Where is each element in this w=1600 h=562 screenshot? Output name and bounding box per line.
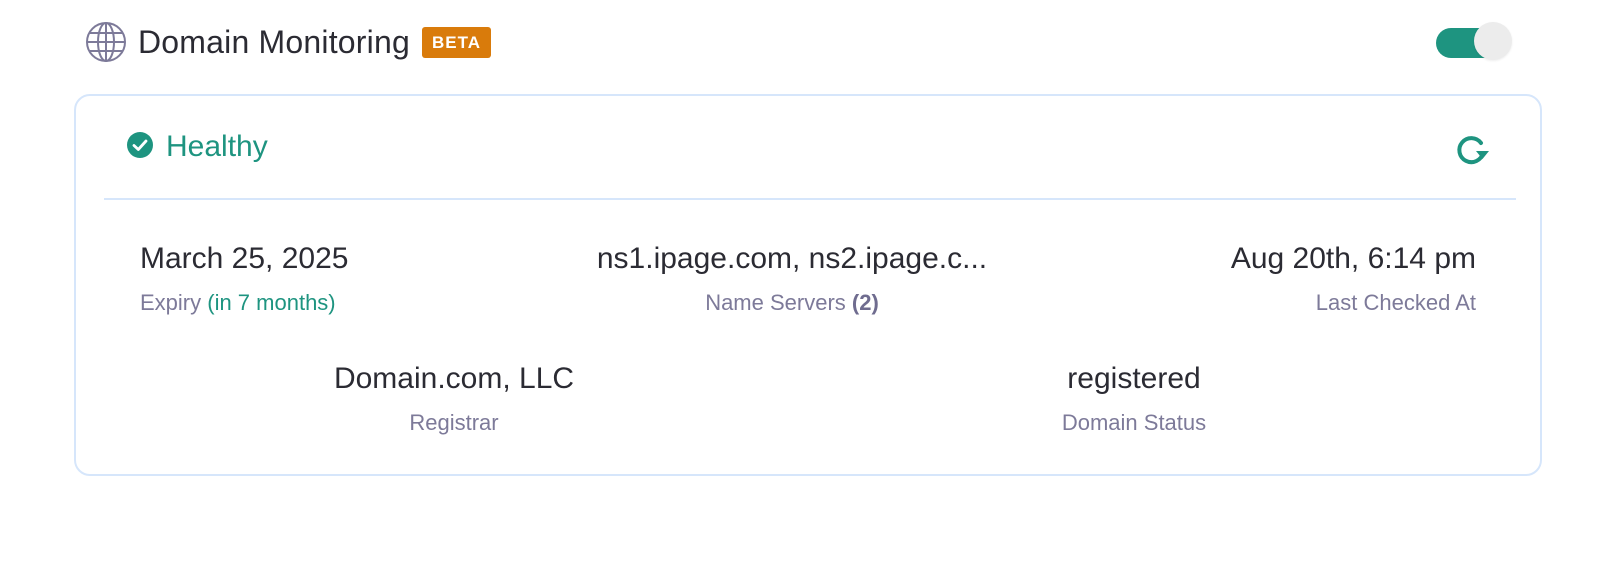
name-servers-label: Name Servers [705,290,846,315]
globe-icon [84,20,128,64]
toggle-knob [1474,22,1512,60]
name-servers-field: ns1.ipage.com, ns2.ipage.c... Name Serve… [592,242,992,316]
expiry-label-row: Expiry (in 7 months) [140,290,348,316]
beta-badge: BETA [421,26,491,58]
last-checked-field: Aug 20th, 6:14 pm Last Checked At [1231,242,1476,316]
registrar-value: Domain.com, LLC [333,362,575,395]
divider [104,198,1516,200]
section-header: Domain Monitoring BETA [84,20,491,64]
last-checked-value: Aug 20th, 6:14 pm [1230,242,1476,275]
registrar-label: Registrar [409,410,499,435]
expiry-relative: (in 7 months) [207,290,336,315]
monitoring-toggle[interactable] [1436,22,1512,60]
domain-status-label: Domain Status [1061,410,1207,435]
health-status: Healthy [126,130,268,164]
refresh-icon[interactable] [1452,131,1490,169]
registrar-field: Domain.com, LLC Registrar [304,362,604,436]
check-circle-icon [126,131,154,164]
domain-monitoring-card: Healthy March 25, 2025 Expiry (in 7 mont… [74,94,1542,476]
name-servers-count: (2) [851,290,879,315]
status-label: Healthy [166,130,268,163]
domain-status-field: registered Domain Status [984,362,1284,436]
domain-status-value: registered [1067,362,1201,395]
page-title: Domain Monitoring [138,23,410,60]
last-checked-label: Last Checked At [1315,290,1476,315]
expiry-value: March 25, 2025 [140,242,349,275]
name-servers-value: ns1.ipage.com, ns2.ipage.c... [596,242,988,275]
name-servers-label-row: Name Servers (2) [592,290,992,316]
expiry-label: Expiry [140,290,202,315]
expiry-field: March 25, 2025 Expiry (in 7 months) [140,242,348,316]
